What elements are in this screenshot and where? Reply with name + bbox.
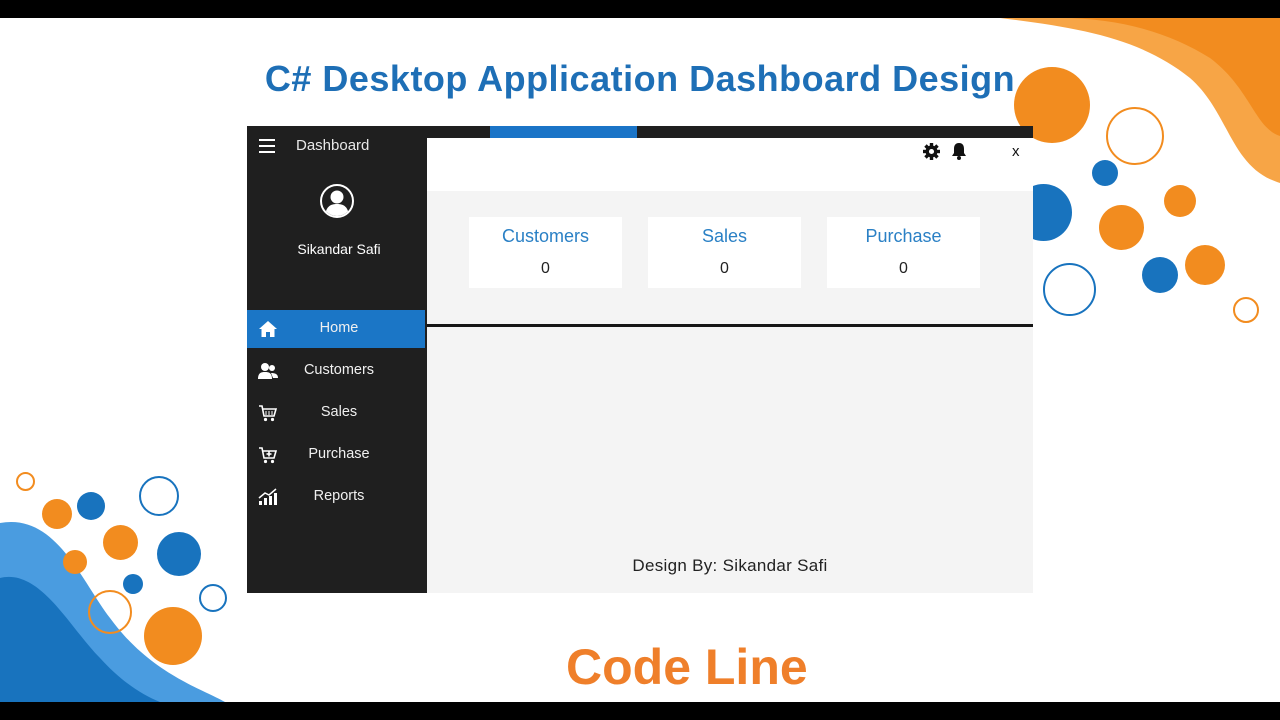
sidebar-item-customers[interactable]: Customers [247,352,425,390]
cart-icon [259,405,278,422]
blue-circle-decoration [123,574,143,594]
orange-ring-decoration [88,590,132,634]
user-name: Sikandar Safi [297,241,381,257]
page-title: C# Desktop Application Dashboard Design [264,58,1016,99]
sidebar-item-purchase[interactable]: Purchase [247,436,425,474]
sidebar-header-label: Dashboard [296,137,370,154]
orange-ring-decoration [16,472,35,491]
bell-icon[interactable] [951,142,967,160]
content-divider [427,324,1033,327]
home-icon [259,321,277,337]
stat-card-customers: Customers 0 [469,217,622,288]
sidebar-item-label: Customers [303,362,375,378]
blue-circle-decoration [157,532,201,576]
orange-ring-decoration [1233,297,1259,323]
top-bar: x [427,138,1033,191]
stat-card-value: 0 [541,260,550,277]
app-window: Dashboard Sikandar Safi Home Customers S… [247,126,1033,593]
orange-circle-decoration [144,607,202,665]
user-avatar-icon [320,184,354,218]
orange-circle-decoration [1185,245,1225,285]
blue-ring-decoration [139,476,179,516]
sidebar-item-label: Sales [320,404,358,420]
hamburger-icon[interactable] [259,139,275,153]
stat-card-title: Customers [501,226,590,246]
orange-circle-decoration [63,550,87,574]
sidebar-item-home[interactable]: Home [247,310,425,348]
stat-card-sales: Sales 0 [648,217,801,288]
blue-ring-decoration [199,584,227,612]
cart-add-icon [259,447,278,464]
brand-logo-text: Code Line [566,639,808,695]
sidebar: Dashboard Sikandar Safi Home Customers S… [247,126,427,593]
orange-ring-decoration [1106,107,1164,165]
stat-card-purchase: Purchase 0 [827,217,980,288]
blue-circle-decoration [1092,160,1118,186]
slide-canvas: C# Desktop Application Dashboard Design … [0,18,1280,702]
gear-icon[interactable] [923,143,940,160]
stat-card-value: 0 [720,260,729,277]
sidebar-item-sales[interactable]: Sales [247,394,425,432]
blue-circle-decoration [77,492,105,520]
sidebar-item-label: Home [319,320,359,336]
orange-circle-decoration [1099,205,1144,250]
stat-card-title: Purchase [865,226,942,246]
sidebar-item-reports[interactable]: Reports [247,478,425,516]
close-button[interactable]: x [1012,143,1020,160]
users-icon [258,363,278,379]
stat-card-value: 0 [899,260,908,277]
orange-circle-decoration [42,499,72,529]
footer-credit: Design By: Sikandar Safi [632,556,828,575]
stat-card-title: Sales [701,226,748,246]
active-tab-indicator [490,126,637,138]
blue-ring-decoration [1043,263,1096,316]
orange-circle-decoration [1164,185,1196,217]
blue-circle-decoration [1142,257,1178,293]
sidebar-item-label: Reports [313,488,365,504]
bar-chart-icon [258,488,277,505]
sidebar-item-label: Purchase [308,446,370,462]
orange-circle-decoration [103,525,138,560]
